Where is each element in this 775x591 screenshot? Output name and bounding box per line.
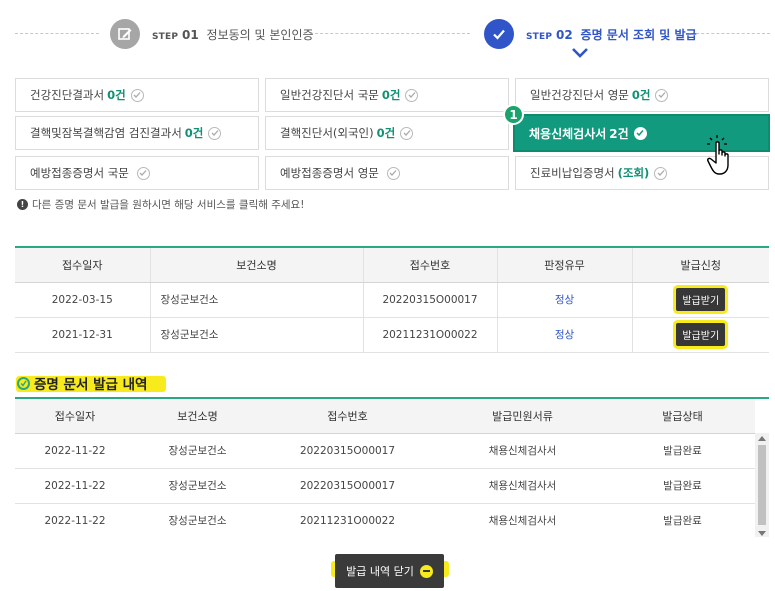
step-1-label: STEP 01 정보동의 및 본인인증 bbox=[152, 27, 314, 42]
scrollbar-thumb[interactable] bbox=[758, 445, 766, 525]
close-history-button[interactable]: 발급 내역 닫기 bbox=[335, 554, 444, 588]
table-row: 2022-03-15 장성군보건소 20220315O00017 정상 발급받기 bbox=[15, 282, 769, 318]
cell-center: 장성군보건소 bbox=[135, 468, 260, 504]
table-row: 2021-12-31 장성군보건소 20211231O00022 정상 발급받기 bbox=[15, 317, 769, 353]
column-header: 보건소명 bbox=[135, 399, 260, 434]
scroll-up-arrow[interactable] bbox=[758, 436, 766, 441]
step-number-badge: 1 bbox=[503, 104, 524, 125]
doc-vaccination-en[interactable]: 예방접종증명서 영문 bbox=[265, 156, 509, 190]
table-row: 2022-11-22 장성군보건소 20220315O00017 채용신체검사서… bbox=[15, 433, 755, 469]
check-icon bbox=[208, 126, 222, 140]
column-header: 접수일자 bbox=[15, 399, 135, 434]
issue-button[interactable]: 발급받기 bbox=[676, 288, 726, 311]
cell-center: 장성군보건소 bbox=[135, 433, 260, 469]
cell-result: 정상 bbox=[496, 317, 632, 353]
cell-center: 장성군보건소 bbox=[149, 282, 363, 318]
cell-result: 정상 bbox=[496, 282, 632, 318]
doc-general-health-kr[interactable]: 일반건강진단서 국문 0건 bbox=[265, 78, 509, 112]
check-icon bbox=[654, 166, 668, 180]
cell-date: 2022-11-22 bbox=[15, 433, 135, 469]
cell-doc: 채용신체검사서 bbox=[435, 433, 610, 469]
issue-button[interactable]: 발급받기 bbox=[676, 323, 726, 346]
cell-number: 20211231O00022 bbox=[260, 503, 435, 537]
check-icon bbox=[400, 126, 414, 140]
doc-vaccination-kr[interactable]: 예방접종증명서 국문 bbox=[15, 156, 259, 190]
column-header: 보건소명 bbox=[149, 246, 363, 283]
notice-text: ! 다른 증명 문서 발급을 원하시면 해당 서비스를 클릭해 주세요! bbox=[17, 197, 304, 212]
cell-date: 2022-11-22 bbox=[15, 468, 135, 504]
cell-number: 20220315O00017 bbox=[362, 282, 497, 318]
scroll-down-arrow[interactable] bbox=[758, 531, 766, 536]
info-icon: ! bbox=[17, 199, 28, 210]
cell-number: 20220315O00017 bbox=[260, 468, 435, 504]
doc-tuberculosis-foreigner[interactable]: 결핵진단서(외국인) 0건 bbox=[265, 116, 509, 150]
step-indicator: STEP 01 정보동의 및 본인인증 STEP 02 증명 문서 조회 및 발… bbox=[0, 0, 775, 62]
cell-date: 2022-03-15 bbox=[15, 282, 150, 318]
column-header: 접수번호 bbox=[362, 246, 497, 283]
doc-tuberculosis-result[interactable]: 결핵및잠복결핵감염 검진결과서 0건 bbox=[15, 116, 259, 150]
check-icon bbox=[655, 88, 669, 102]
cell-number: 20211231O00022 bbox=[362, 317, 497, 353]
doc-general-health-en[interactable]: 일반건강진단서 영문 0건 bbox=[515, 78, 769, 112]
step-2: STEP 02 증명 문서 조회 및 발급 bbox=[484, 19, 697, 49]
scrollbar[interactable] bbox=[755, 433, 769, 537]
history-title: 증명 문서 발급 내역 bbox=[17, 373, 147, 393]
cell-center: 장성군보건소 bbox=[135, 503, 260, 537]
history-table: 접수일자 보건소명 접수번호 발급민원서류 발급상태 2022-11-22 장성… bbox=[15, 399, 755, 537]
cell-number: 20220315O00017 bbox=[260, 433, 435, 469]
cell-doc: 채용신체검사서 bbox=[435, 468, 610, 504]
step-2-label: STEP 02 증명 문서 조회 및 발급 bbox=[526, 27, 697, 42]
check-icon bbox=[386, 166, 400, 180]
cell-action: 발급받기 bbox=[631, 317, 769, 353]
history-table-container[interactable]: 접수일자 보건소명 접수번호 발급민원서류 발급상태 2022-11-22 장성… bbox=[15, 397, 769, 537]
cell-action: 발급받기 bbox=[631, 282, 769, 318]
cell-doc: 채용신체검사서 bbox=[435, 503, 610, 537]
cell-status: 발급완료 bbox=[610, 503, 755, 537]
check-circle-icon bbox=[484, 19, 514, 49]
check-icon bbox=[130, 88, 144, 102]
column-header: 판정유무 bbox=[496, 246, 632, 283]
step-divider bbox=[15, 33, 99, 34]
minus-circle-icon bbox=[419, 564, 433, 578]
cell-status: 발급완료 bbox=[610, 433, 755, 469]
table-header-row: 접수일자 보건소명 접수번호 판정유무 발급신청 bbox=[15, 246, 769, 283]
check-icon bbox=[405, 88, 419, 102]
cell-date: 2021-12-31 bbox=[15, 317, 150, 353]
column-header: 접수번호 bbox=[260, 399, 435, 434]
column-header: 발급신청 bbox=[631, 246, 769, 283]
edit-icon bbox=[110, 19, 140, 49]
table-row: 2022-11-22 장성군보건소 20211231O00022 채용신체검사서… bbox=[15, 503, 755, 537]
doc-health-check-result[interactable]: 건강진단결과서 0건 bbox=[15, 78, 259, 112]
check-circle-icon bbox=[17, 376, 30, 390]
step-divider bbox=[686, 33, 770, 34]
column-header: 접수일자 bbox=[15, 246, 150, 283]
hand-pointer-icon bbox=[707, 135, 729, 175]
chevron-down-icon bbox=[572, 48, 588, 58]
cell-status: 발급완료 bbox=[610, 468, 755, 504]
cell-date: 2022-11-22 bbox=[15, 503, 135, 537]
cell-center: 장성군보건소 bbox=[149, 317, 363, 353]
result-table: 접수일자 보건소명 접수번호 판정유무 발급신청 2022-03-15 장성군보… bbox=[15, 246, 769, 353]
check-icon bbox=[136, 166, 150, 180]
step-1: STEP 01 정보동의 및 본인인증 bbox=[110, 19, 314, 49]
step-divider bbox=[310, 33, 470, 34]
column-header: 발급민원서류 bbox=[435, 399, 610, 434]
column-header: 발급상태 bbox=[610, 399, 755, 434]
table-row: 2022-11-22 장성군보건소 20220315O00017 채용신체검사서… bbox=[15, 468, 755, 504]
table-header-row: 접수일자 보건소명 접수번호 발급민원서류 발급상태 bbox=[15, 399, 755, 434]
check-icon bbox=[633, 126, 647, 140]
